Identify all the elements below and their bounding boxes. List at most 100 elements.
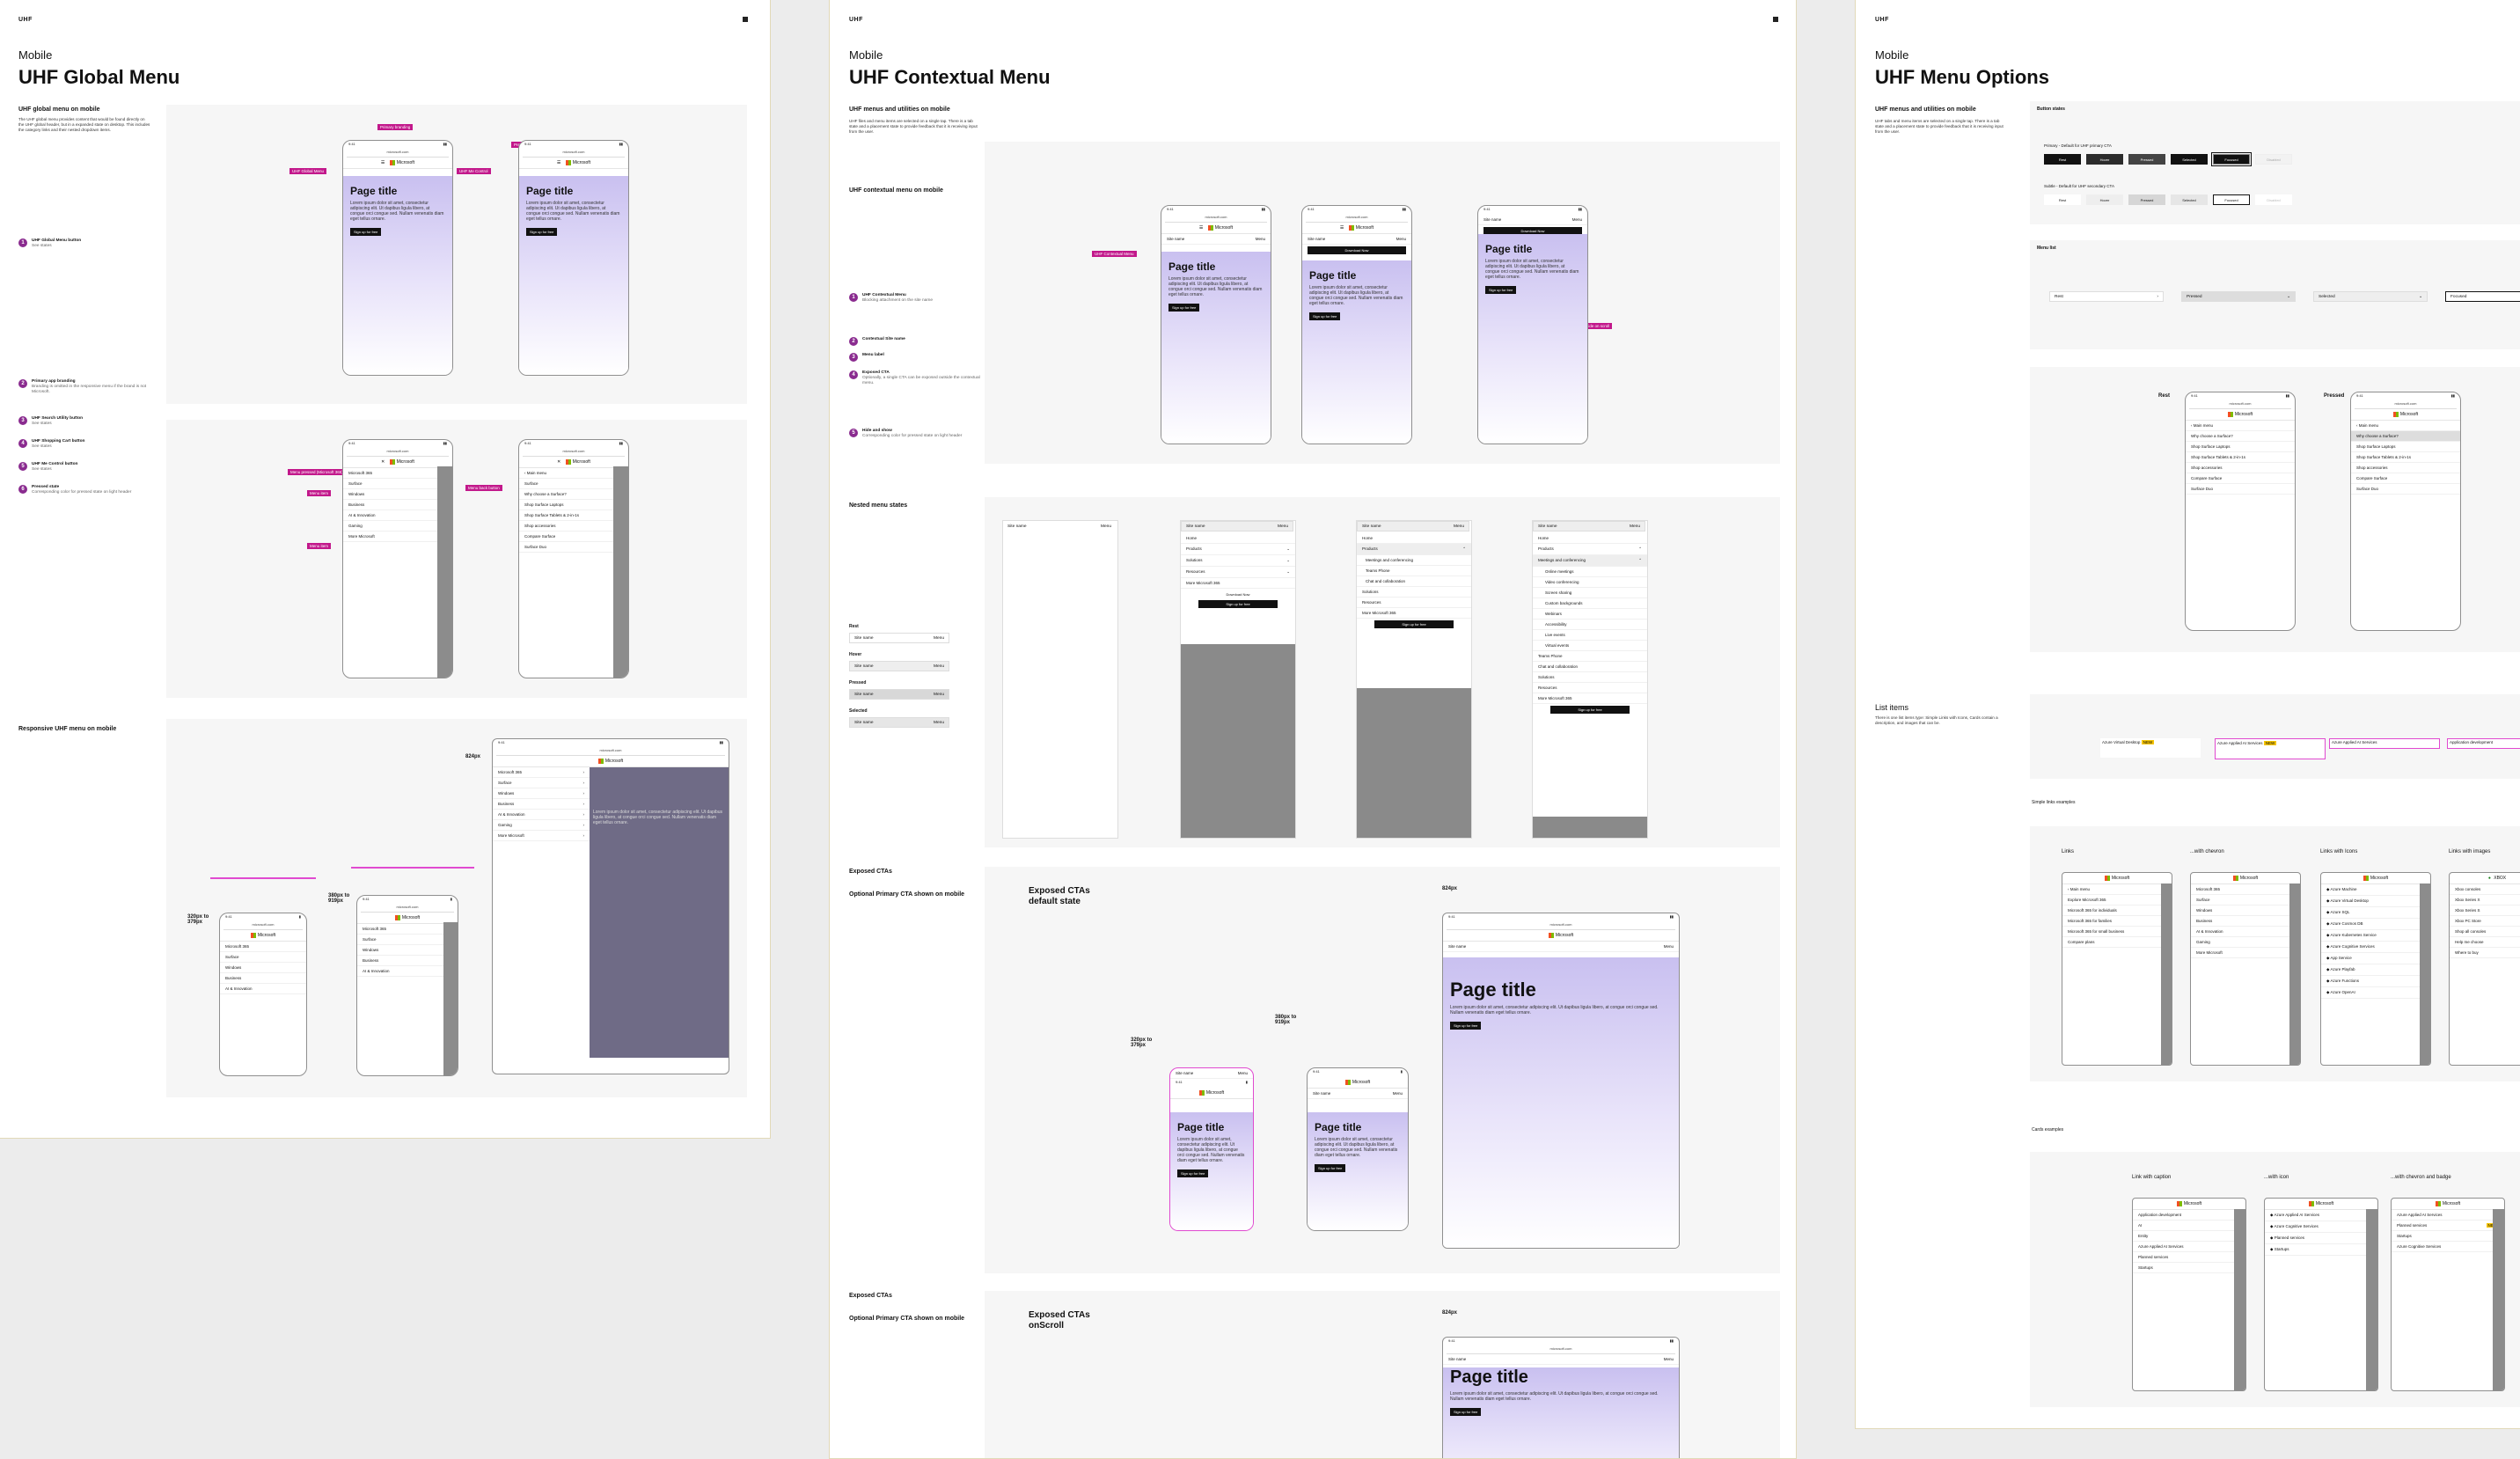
menu-item[interactable]: Why choose a Surface? — [2186, 431, 2295, 442]
download-button[interactable]: Download Now — [1308, 246, 1406, 254]
contextual-bar[interactable]: Site name Menu — [1302, 234, 1411, 245]
menu-item[interactable]: Business› — [2191, 916, 2300, 927]
menu-item[interactable]: Explore Microsoft 365 — [2062, 895, 2172, 905]
menu-item[interactable]: Surface› — [2191, 895, 2300, 905]
menu-item[interactable]: Shop Surface Laptops — [2186, 442, 2295, 452]
menu-item[interactable]: Surface› — [343, 479, 452, 489]
menu-item[interactable]: Windows — [220, 963, 306, 973]
site-bar-selected[interactable]: Site name Menu — [849, 717, 949, 728]
menu-item[interactable]: Products ⌄ — [1181, 544, 1295, 555]
menu-item[interactable]: Windows› — [343, 489, 452, 500]
site-bar-pressed[interactable]: Site name Menu — [849, 689, 949, 700]
menu-item[interactable]: More Microsoft› — [493, 831, 590, 841]
list-item-sample[interactable]: Azure Virtual Desktop NEW — [2100, 738, 2201, 758]
menu-item[interactable]: More Microsoft 365 — [1533, 693, 1647, 704]
menu-item[interactable]: Business› — [343, 500, 452, 510]
menu-item[interactable]: ◆ Azure Cognitive Services — [2321, 942, 2430, 953]
submenu-item[interactable]: Accessibility — [1533, 620, 1647, 630]
menu-item[interactable]: Shop accessories — [519, 521, 628, 532]
cta-button[interactable]: Sign up for free — [1450, 1408, 1482, 1416]
list-item-sample[interactable]: Azure Applied AI Services — [2329, 738, 2440, 749]
cta-button[interactable]: Sign up for free — [1550, 706, 1630, 714]
subtle-pressed-button[interactable]: Pressed — [2128, 194, 2165, 205]
menu-item[interactable]: Compare Surface — [519, 532, 628, 542]
menu-item[interactable]: AI & Innovation› — [493, 810, 590, 820]
menu-item[interactable]: Shop Surface Tablets & 2-in-1s — [2351, 452, 2460, 463]
menu-item[interactable]: Shop Surface Tablets & 2-in-1s — [2186, 452, 2295, 463]
menu-item[interactable]: Shop Surface Laptops — [2351, 442, 2460, 452]
cta-button[interactable]: Sign up for free — [1450, 1022, 1482, 1030]
menu-item[interactable]: Gaming› — [343, 521, 452, 532]
menu-item[interactable]: Resources — [1357, 598, 1471, 608]
menu-item[interactable]: Microsoft 365› — [2191, 884, 2300, 895]
menu-item[interactable]: Microsoft 365 for individuals — [2062, 905, 2172, 916]
contextual-bar[interactable]: Site name Menu — [1443, 942, 1679, 952]
submenu-item[interactable]: Virtual events — [1533, 641, 1647, 651]
menu-item[interactable]: Help me choose — [2450, 937, 2520, 948]
subtle-selected-button[interactable]: Selected — [2171, 194, 2208, 205]
menu-item[interactable]: Home — [1181, 533, 1295, 544]
menu-item[interactable]: ◆ Azure Functions — [2321, 976, 2430, 987]
menu-item[interactable]: Shop Surface Tablets & 2-in-1s — [519, 510, 628, 521]
menu-item[interactable]: Xbox PC Store — [2450, 916, 2520, 927]
card-item[interactable]: Azure Applied AI Services — [2133, 1242, 2245, 1252]
menu-item[interactable]: Business› — [493, 799, 590, 810]
submenu-item[interactable]: Chat and collaboration — [1357, 576, 1471, 587]
menu-item[interactable]: Microsoft 365 for families — [2062, 916, 2172, 927]
card-item[interactable]: ◆ Azure Applied AI Services — [2265, 1210, 2377, 1221]
cta-button[interactable]: Sign up for free — [1374, 620, 1454, 628]
menu-item[interactable]: Gaming› — [2191, 937, 2300, 948]
menu-item[interactable]: ◆ App Service — [2321, 953, 2430, 964]
primary-rest-button[interactable]: Rest — [2044, 154, 2081, 165]
site-bar-hover[interactable]: Site name Menu — [849, 661, 949, 671]
primary-pressed-button[interactable]: Pressed — [2128, 154, 2165, 165]
menu-item[interactable]: Surface — [220, 952, 306, 963]
menu-back-button[interactable]: ‹ Main menu — [2062, 884, 2172, 895]
menu-item[interactable]: ◆ Azure Cosmos DB — [2321, 919, 2430, 930]
submenu-item[interactable]: Webinars — [1533, 609, 1647, 620]
menu-item[interactable]: Microsoft 365 for small business — [2062, 927, 2172, 937]
menu-item[interactable]: Microsoft 365 — [357, 924, 458, 935]
contextual-bar[interactable]: Site name Menu — [1308, 1089, 1408, 1099]
menu-item[interactable]: Products ⌃ — [1533, 544, 1647, 555]
menu-item[interactable]: Microsoft 365› — [343, 468, 452, 479]
menu-item[interactable]: More Microsoft 365 — [1357, 608, 1471, 619]
contextual-bar[interactable]: Site name Menu — [1478, 215, 1587, 225]
submenu-item[interactable]: Live events — [1533, 630, 1647, 641]
menu-item[interactable]: Surface Duo — [519, 542, 628, 553]
cta-button[interactable]: Sign up for free — [1315, 1164, 1346, 1172]
menu-item[interactable]: Microsoft 365› — [493, 767, 590, 778]
menu-item[interactable]: ◆ Azure Machine — [2321, 884, 2430, 896]
card-item[interactable]: Application development — [2133, 1210, 2245, 1221]
menu-item[interactable]: Shop accessories — [2186, 463, 2295, 473]
cta-button[interactable]: Sign up for free — [1309, 312, 1341, 320]
menu-item[interactable]: ◆ Azure Virtual Desktop — [2321, 896, 2430, 907]
menu-item[interactable]: ◆ Azure Playfab — [2321, 964, 2430, 976]
menu-item[interactable]: Business — [220, 973, 306, 984]
menu-item[interactable]: Solutions — [1533, 672, 1647, 683]
menu-item[interactable]: Shop accessories — [2351, 463, 2460, 473]
menu-item[interactable]: Microsoft 365 — [220, 942, 306, 952]
card-item[interactable]: Planned services — [2133, 1252, 2245, 1263]
download-link[interactable]: Download Now — [1198, 592, 1278, 597]
contextual-bar[interactable]: Site name Menu — [1161, 234, 1271, 245]
menu-item[interactable]: ◆ Azure OpenAI — [2321, 987, 2430, 999]
menu-item[interactable]: Windows› — [493, 788, 590, 799]
menu-item[interactable]: Solutions — [1357, 587, 1471, 598]
menu-item[interactable]: AI & Innovation› — [2191, 927, 2300, 937]
list-rest[interactable]: Rest › — [2049, 291, 2164, 302]
subtle-hover-button[interactable]: Hover — [2086, 194, 2123, 205]
card-item[interactable]: Planned servicesNEW — [2392, 1221, 2504, 1231]
menu-item[interactable]: Home — [1533, 533, 1647, 544]
card-item[interactable]: AI — [2133, 1221, 2245, 1231]
contextual-bar[interactable]: Site name Menu — [1170, 1068, 1253, 1079]
cta-button[interactable]: Sign up for free — [526, 228, 558, 236]
menu-item[interactable]: Why choose a Surface? — [2351, 431, 2460, 442]
primary-selected-button[interactable]: Selected — [2171, 154, 2208, 165]
menu-item[interactable]: Resources — [1533, 683, 1647, 693]
menu-item[interactable]: Resources ⌄ — [1181, 567, 1295, 578]
list-pressed[interactable]: Pressed ⌄ — [2181, 291, 2296, 302]
submenu-item[interactable]: Meetings and conferencing — [1357, 555, 1471, 566]
menu-back-button[interactable]: ‹ Main menu — [2351, 421, 2460, 431]
contextual-bar[interactable]: Site name Menu — [1533, 521, 1645, 532]
